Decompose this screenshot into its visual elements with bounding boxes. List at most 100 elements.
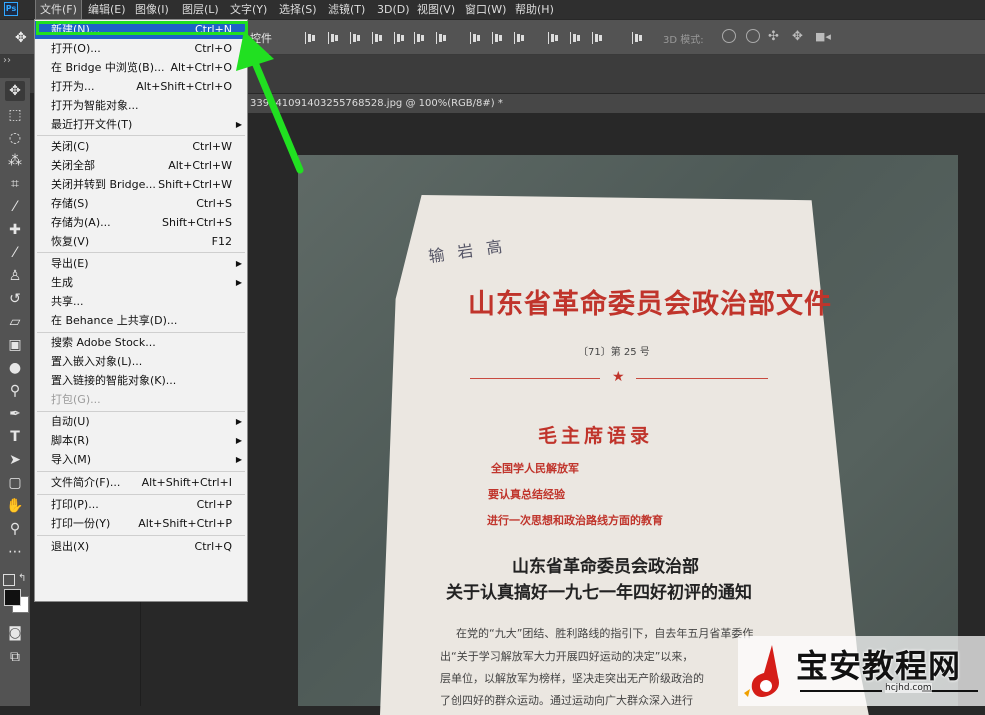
menu-item-shortcut: Ctrl+O bbox=[194, 41, 232, 55]
type-tool-icon[interactable]: T bbox=[5, 427, 25, 447]
align-option-icon[interactable] bbox=[350, 32, 362, 44]
eyedropper-icon[interactable]: ⁄ bbox=[5, 197, 25, 217]
align-option-icon[interactable] bbox=[436, 32, 448, 44]
align-option-icon[interactable] bbox=[414, 32, 426, 44]
healing-brush-icon[interactable]: ✚ bbox=[5, 220, 25, 240]
move-tool-icon[interactable]: ✥ bbox=[15, 30, 27, 46]
menu-5[interactable]: 选择(S) bbox=[275, 0, 321, 19]
menu-10[interactable]: 帮助(H) bbox=[511, 0, 558, 19]
menu-item-label: 恢复(V) bbox=[51, 234, 90, 248]
move-tool-icon[interactable]: ✥ bbox=[5, 81, 25, 101]
swap-colors-icon[interactable]: ↰ bbox=[18, 573, 26, 584]
align-option-icon[interactable] bbox=[372, 32, 384, 44]
3d-drag-icon[interactable]: ✣ bbox=[768, 29, 779, 44]
file-menu-item[interactable]: 导出(E) ▶ bbox=[35, 255, 247, 273]
zoom-tool-icon[interactable]: ⚲ bbox=[5, 519, 25, 539]
menu-item-label: 关闭全部 bbox=[51, 158, 95, 172]
align-option-icon[interactable] bbox=[548, 32, 560, 44]
menu-8[interactable]: 视图(V) bbox=[413, 0, 459, 19]
file-menu-item[interactable]: 关闭全部 Alt+Ctrl+W bbox=[35, 157, 247, 175]
file-menu-item[interactable]: 存储为(A)... Shift+Ctrl+S bbox=[35, 214, 247, 232]
file-menu-item[interactable]: 打开为智能对象... bbox=[35, 97, 247, 115]
file-menu-item[interactable]: 置入链接的智能对象(K)... bbox=[35, 372, 247, 390]
menu-item-label: 打印(P)... bbox=[51, 498, 99, 512]
menu-1[interactable]: 编辑(E) bbox=[84, 0, 130, 19]
shape-tool-icon[interactable]: ▢ bbox=[5, 473, 25, 493]
file-menu-item[interactable]: 自动(U) ▶ bbox=[35, 413, 247, 431]
file-menu-item[interactable]: 搜索 Adobe Stock... bbox=[35, 334, 247, 352]
menu-9[interactable]: 窗口(W) bbox=[461, 0, 510, 19]
expand-panels-icon[interactable]: ›› bbox=[3, 55, 11, 66]
document-tab[interactable]: 339141091403255768528.jpg @ 100%(RGB/8#)… bbox=[248, 94, 985, 113]
crop-tool-icon[interactable]: ⌗ bbox=[5, 174, 25, 194]
menu-0[interactable]: 文件(F) bbox=[35, 0, 82, 20]
3d-scale-icon[interactable]: ■◂ bbox=[815, 30, 831, 43]
file-menu-item[interactable]: 打开为... Alt+Shift+Ctrl+O bbox=[35, 78, 247, 96]
default-colors-icon[interactable] bbox=[3, 574, 15, 586]
menu-item-label: 置入链接的智能对象(K)... bbox=[51, 374, 177, 387]
menu-item-shortcut: Ctrl+P bbox=[196, 498, 232, 512]
menu-4[interactable]: 文字(Y) bbox=[226, 0, 271, 19]
file-menu-item[interactable]: 打印(P)... Ctrl+P bbox=[35, 496, 247, 514]
eraser-icon[interactable]: ▱ bbox=[5, 312, 25, 332]
blur-icon[interactable]: ● bbox=[5, 358, 25, 378]
file-menu-item[interactable]: 打印一份(Y) Alt+Shift+Ctrl+P bbox=[35, 515, 247, 533]
menu-7[interactable]: 3D(D) bbox=[373, 0, 414, 19]
menu-item-label: 导入(M) bbox=[51, 453, 92, 467]
gradient-icon[interactable]: ▣ bbox=[5, 335, 25, 355]
file-menu-item[interactable]: 在 Bridge 中浏览(B)... Alt+Ctrl+O bbox=[35, 59, 247, 77]
menu-item-label: 关闭(C) bbox=[51, 140, 90, 153]
file-menu-item[interactable]: 生成 ▶ bbox=[35, 274, 247, 292]
screen-mode-icon[interactable]: ⧉ bbox=[5, 647, 25, 667]
marquee-tool-icon[interactable]: ⬚ bbox=[5, 105, 25, 125]
file-menu-item[interactable]: 关闭(C) Ctrl+W bbox=[35, 138, 247, 156]
path-select-icon[interactable]: ➤ bbox=[5, 450, 25, 470]
3d-roll-icon[interactable] bbox=[746, 29, 760, 43]
3d-mode-label: 3D 模式: bbox=[663, 35, 704, 46]
clone-stamp-icon[interactable]: ♙ bbox=[5, 266, 25, 286]
history-brush-icon[interactable]: ↺ bbox=[5, 289, 25, 309]
3d-slide-icon[interactable]: ✥ bbox=[792, 29, 803, 44]
file-menu-item[interactable]: 最近打开文件(T) ▶ bbox=[35, 116, 247, 134]
pen-tool-icon[interactable]: ✒ bbox=[5, 404, 25, 424]
align-option-icon[interactable] bbox=[470, 32, 482, 44]
align-option-icon[interactable] bbox=[570, 32, 582, 44]
align-option-icon[interactable] bbox=[394, 32, 406, 44]
3d-orbit-icon[interactable] bbox=[722, 29, 736, 43]
foreground-color-swatch[interactable] bbox=[4, 589, 21, 606]
file-menu-item[interactable]: 在 Behance 上共享(D)... bbox=[35, 312, 247, 330]
menu-item-shortcut: Alt+Ctrl+W bbox=[168, 158, 232, 172]
menu-2[interactable]: 图像(I) bbox=[131, 0, 173, 19]
document-number: 〔71〕第 25 号 bbox=[578, 347, 650, 358]
menu-item-label: 打印一份(Y) bbox=[51, 517, 111, 531]
file-menu-item[interactable]: 退出(X) Ctrl+Q bbox=[35, 538, 247, 556]
lasso-tool-icon[interactable]: ◌ bbox=[5, 128, 25, 148]
align-option-icon[interactable] bbox=[514, 32, 526, 44]
brush-tool-icon[interactable]: ⁄ bbox=[5, 243, 25, 263]
file-menu-item[interactable]: 恢复(V) F12 bbox=[35, 233, 247, 251]
file-menu-item[interactable]: 置入嵌入对象(L)... bbox=[35, 353, 247, 371]
menu-6[interactable]: 滤镜(T) bbox=[324, 0, 369, 19]
file-menu-item[interactable]: 导入(M) ▶ bbox=[35, 451, 247, 469]
menu-3[interactable]: 图层(L) bbox=[178, 0, 223, 19]
menu-item-label: 在 Behance 上共享(D)... bbox=[51, 313, 178, 327]
dodge-icon[interactable]: ⚲ bbox=[5, 381, 25, 401]
menu-item-label: 共享... bbox=[51, 294, 84, 308]
file-menu-item[interactable]: 存储(S) Ctrl+S bbox=[35, 195, 247, 213]
align-option-icon[interactable] bbox=[632, 32, 644, 44]
quick-mask-icon[interactable]: ◙ bbox=[5, 623, 25, 643]
align-option-icon[interactable] bbox=[328, 32, 340, 44]
align-option-icon[interactable] bbox=[492, 32, 504, 44]
magic-wand-icon[interactable]: ⁂ bbox=[5, 151, 25, 171]
notice-heading: 山东省革命委员会政治部 bbox=[512, 557, 699, 577]
more-tools-icon[interactable]: ⋯ bbox=[5, 542, 25, 562]
file-menu-item[interactable]: 共享... bbox=[35, 293, 247, 311]
menu-item-shortcut: Ctrl+S bbox=[196, 196, 232, 210]
hand-tool-icon[interactable]: ✋ bbox=[5, 496, 25, 516]
file-menu-item[interactable]: 脚本(R) ▶ bbox=[35, 432, 247, 450]
file-menu-item[interactable]: 打开(O)... Ctrl+O bbox=[35, 40, 247, 58]
file-menu-item[interactable]: 关闭并转到 Bridge... Shift+Ctrl+W bbox=[35, 176, 247, 194]
menu-item-label: 打开为... bbox=[51, 79, 95, 93]
align-option-icon[interactable] bbox=[592, 32, 604, 44]
file-menu-item[interactable]: 文件简介(F)... Alt+Shift+Ctrl+I bbox=[35, 474, 247, 492]
